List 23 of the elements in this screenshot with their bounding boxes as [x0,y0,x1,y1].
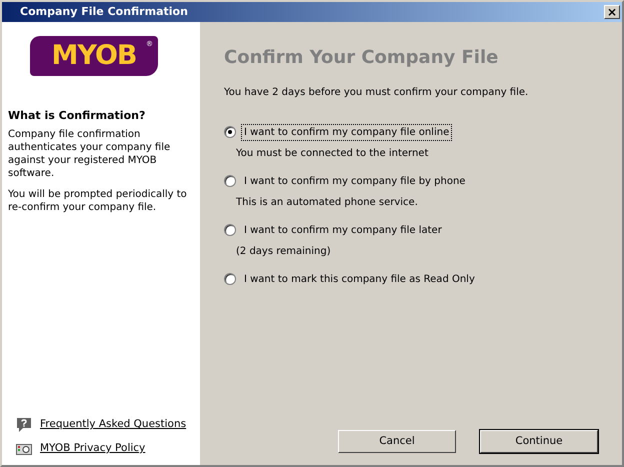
help-link[interactable]: MYOB Privacy Policy [40,441,146,457]
radio-option[interactable]: I want to mark this company file as Read Only [224,271,598,287]
close-button[interactable]: × [604,5,620,19]
radio-button[interactable] [224,224,236,236]
sidebar-paragraph: Company file confirmation authenticates your company file against your registered MYOB software. [8,128,172,180]
option-note: You must be connected to the internet [236,147,430,161]
radio-button[interactable] [224,273,236,285]
sidebar-heading: What is Confirmation? [8,108,146,124]
help-bubble-icon [16,417,32,434]
dialog-button[interactable]: Continue [480,430,598,453]
dialog-button[interactable]: Cancel [338,430,456,453]
intro-text: You have 2 days before you must confirm your company file. [224,86,530,100]
help-link[interactable]: Frequently Asked Questions [40,417,186,434]
radio-option[interactable]: I want to confirm my company file later [224,222,598,238]
window-title: Company File Confirmation [20,4,188,20]
id-card-icon [16,442,32,456]
sidebar-paragraph: You will be prompted periodically to re-confirm your company file. [8,188,188,214]
option-note: This is an automated phone service. [236,196,419,210]
option-note: (2 days remaining) [236,245,332,259]
radio-option[interactable]: I want to confirm my company file by phone [224,173,598,189]
page-title: Confirm Your Company File [224,46,500,70]
radio-button[interactable] [224,126,236,138]
radio-button[interactable] [224,175,236,187]
